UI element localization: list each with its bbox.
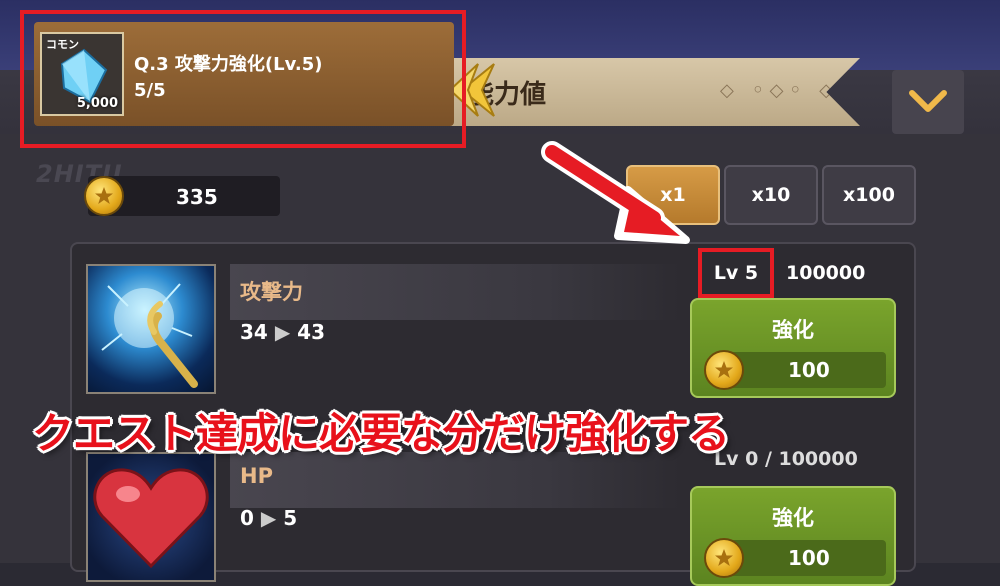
attack-stat-icon (86, 264, 216, 394)
upgrade-cost: 100 (788, 546, 830, 570)
upgrade-label: 強化 (772, 506, 814, 530)
caption-overlay: クエスト達成に必要な分だけ強化する (32, 409, 730, 458)
chevron-down-icon (909, 90, 947, 112)
coin-icon (704, 538, 744, 578)
attack-stat-values: 34 ▶ 43 (240, 320, 325, 344)
upgrade-cost-bar: 100 (704, 350, 886, 390)
multiplier-label: x100 (843, 184, 895, 206)
stat-name: HP (240, 464, 273, 488)
stat-name: 攻撃力 (240, 280, 303, 304)
multiplier-x100-button[interactable]: x100 (822, 165, 916, 225)
arrow-right-icon: ▶ (260, 506, 277, 530)
stat-level: Lv 5 (713, 262, 759, 284)
upgrade-cost-bar: 100 (704, 538, 886, 578)
attack-stat-header: 攻撃力 (230, 264, 680, 320)
stat-to: 5 (283, 506, 298, 530)
collapse-button[interactable] (892, 70, 964, 134)
section-ribbon: 能力値 ◇ ◦◇◦ ◇ (440, 58, 860, 126)
coin-icon (704, 350, 744, 390)
quest-highlight-box (20, 10, 466, 148)
stat-from: 0 (240, 506, 254, 530)
coin-icon (84, 176, 124, 216)
multiplier-x10-button[interactable]: x10 (724, 165, 818, 225)
upgrade-label: 強化 (772, 318, 814, 342)
attack-level-highlight: Lv 5 (698, 248, 774, 298)
red-pointer-arrow-icon (541, 141, 690, 244)
magic-staff-icon (101, 283, 198, 388)
heart-icon (93, 468, 209, 569)
coin-balance: 335 (176, 185, 218, 209)
stat-from: 34 (240, 320, 268, 344)
arrow-right-icon: ▶ (274, 320, 291, 344)
upgrade-cost: 100 (788, 358, 830, 382)
multiplier-label: x10 (751, 184, 791, 206)
attack-max-level: 100000 (786, 262, 866, 284)
attack-upgrade-button[interactable]: 強化 100 (690, 298, 896, 398)
hp-upgrade-button[interactable]: 強化 100 (690, 486, 896, 586)
ribbon-ornament-icon: ◇ ◦◇◦ ◇ (720, 80, 840, 101)
stat-to: 43 (297, 320, 326, 344)
hp-stat-values: 0 ▶ 5 (240, 506, 297, 530)
